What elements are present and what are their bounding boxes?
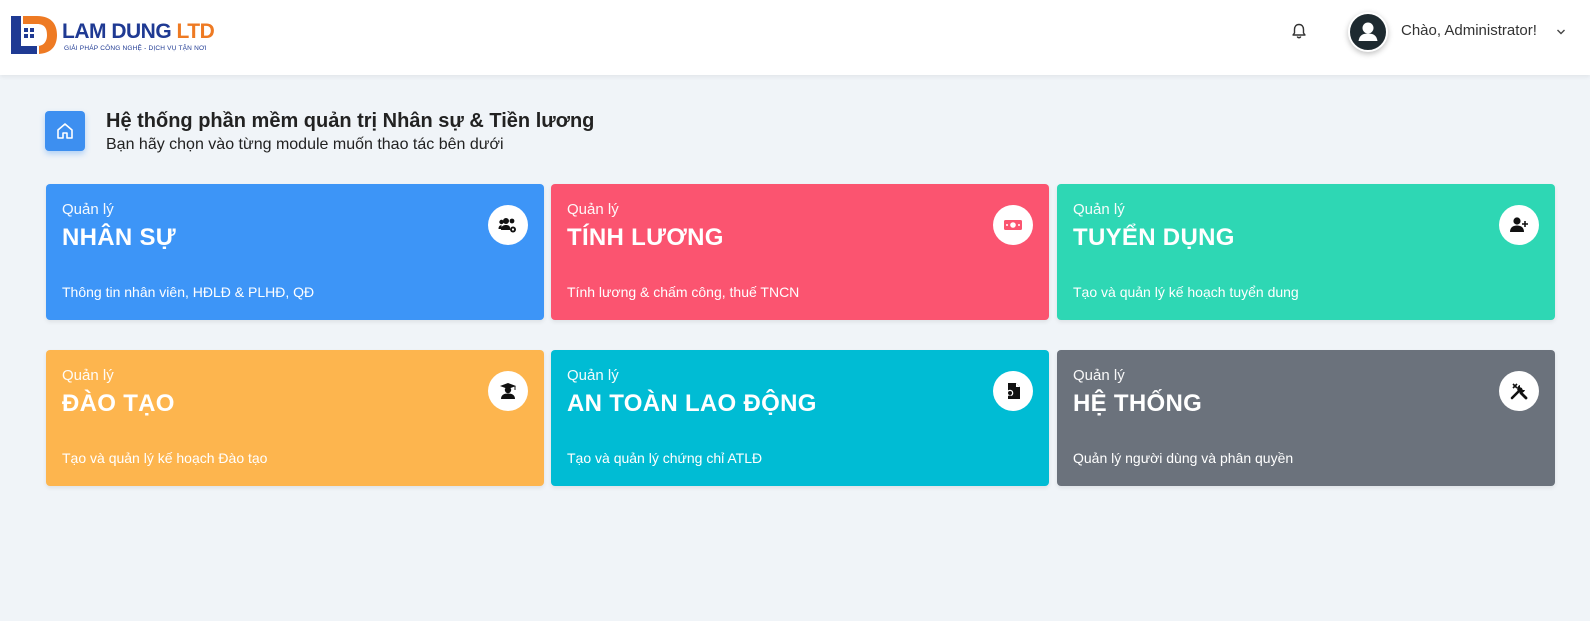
module-label: Quản lý <box>62 367 114 384</box>
module-title: TÍNH LƯƠNG <box>567 224 724 251</box>
module-description: Quản lý người dùng và phân quyền <box>1073 450 1294 466</box>
module-label: Quản lý <box>1073 201 1125 218</box>
company-logo[interactable]: LAM DUNG LTD GIẢI PHÁP CÔNG NGHỆ - DỊCH … <box>9 14 215 58</box>
home-badge <box>45 111 85 151</box>
module-description: Tạo và quản lý kế hoạch Đào tạo <box>62 450 268 466</box>
module-description: Tạo và quản lý chứng chỉ ATLĐ <box>567 450 763 466</box>
logo-mark-icon <box>11 16 57 54</box>
module-card-an-toan-lao-dong[interactable]: Quản lý AN TOÀN LAO ĐỘNG Tạo và quản lý … <box>551 350 1049 486</box>
logo-tagline: GIẢI PHÁP CÔNG NGHỆ - DỊCH VỤ TẬN NƠI <box>64 45 207 52</box>
logo-name: LAM DUNG LTD <box>62 20 215 43</box>
home-icon <box>57 123 73 139</box>
module-icon-badge <box>1499 205 1539 245</box>
module-icon-badge <box>488 205 528 245</box>
module-title: HỆ THỐNG <box>1073 390 1203 417</box>
module-title: NHÂN SỰ <box>62 224 177 251</box>
module-label: Quản lý <box>62 201 114 218</box>
tools-icon <box>1510 383 1528 400</box>
certificate-file-icon <box>1006 383 1020 399</box>
module-card-tinh-luong[interactable]: Quản lý TÍNH LƯƠNG Tính lương & chấm côn… <box>551 184 1049 320</box>
module-icon-badge <box>993 371 1033 411</box>
chevron-down-icon[interactable] <box>1556 28 1566 36</box>
module-icon-badge <box>488 371 528 411</box>
module-title: ĐÀO TẠO <box>62 390 175 417</box>
module-description: Tính lương & chấm công, thuế TNCN <box>567 284 800 300</box>
module-card-he-thong[interactable]: Quản lý HỆ THỐNG Quản lý người dùng và p… <box>1057 350 1555 486</box>
graduate-icon <box>500 383 516 399</box>
money-bill-icon <box>1004 220 1022 230</box>
module-card-dao-tao[interactable]: Quản lý ĐÀO TẠO Tạo và quản lý kế hoạch … <box>46 350 544 486</box>
module-label: Quản lý <box>1073 367 1125 384</box>
user-avatar-icon <box>1358 22 1378 41</box>
module-label: Quản lý <box>567 201 619 218</box>
user-avatar[interactable] <box>1348 12 1388 52</box>
users-cog-icon <box>498 218 516 233</box>
module-title: TUYỂN DỤNG <box>1073 224 1235 251</box>
user-greeting[interactable]: Chào, Administrator! <box>1401 22 1537 39</box>
module-icon-badge <box>1499 371 1539 411</box>
module-icon-badge <box>993 205 1033 245</box>
module-card-nhan-su[interactable]: Quản lý NHÂN SỰ Thông tin nhân viên, HĐL… <box>46 184 544 320</box>
bell-icon[interactable] <box>1290 22 1308 40</box>
module-description: Tạo và quản lý kế hoạch tuyển dung <box>1073 284 1299 300</box>
module-description: Thông tin nhân viên, HĐLĐ & PLHĐ, QĐ <box>62 284 315 300</box>
user-plus-icon <box>1510 217 1528 232</box>
top-navbar: LAM DUNG LTD GIẢI PHÁP CÔNG NGHỆ - DỊCH … <box>0 0 1590 75</box>
module-card-tuyen-dung[interactable]: Quản lý TUYỂN DỤNG Tạo và quản lý kế hoạ… <box>1057 184 1555 320</box>
page-subtitle: Bạn hãy chọn vào từng module muốn thao t… <box>106 136 504 153</box>
page-title: Hệ thống phần mềm quản trị Nhân sự & Tiề… <box>106 110 595 132</box>
module-title: AN TOÀN LAO ĐỘNG <box>567 390 817 417</box>
module-label: Quản lý <box>567 367 619 384</box>
